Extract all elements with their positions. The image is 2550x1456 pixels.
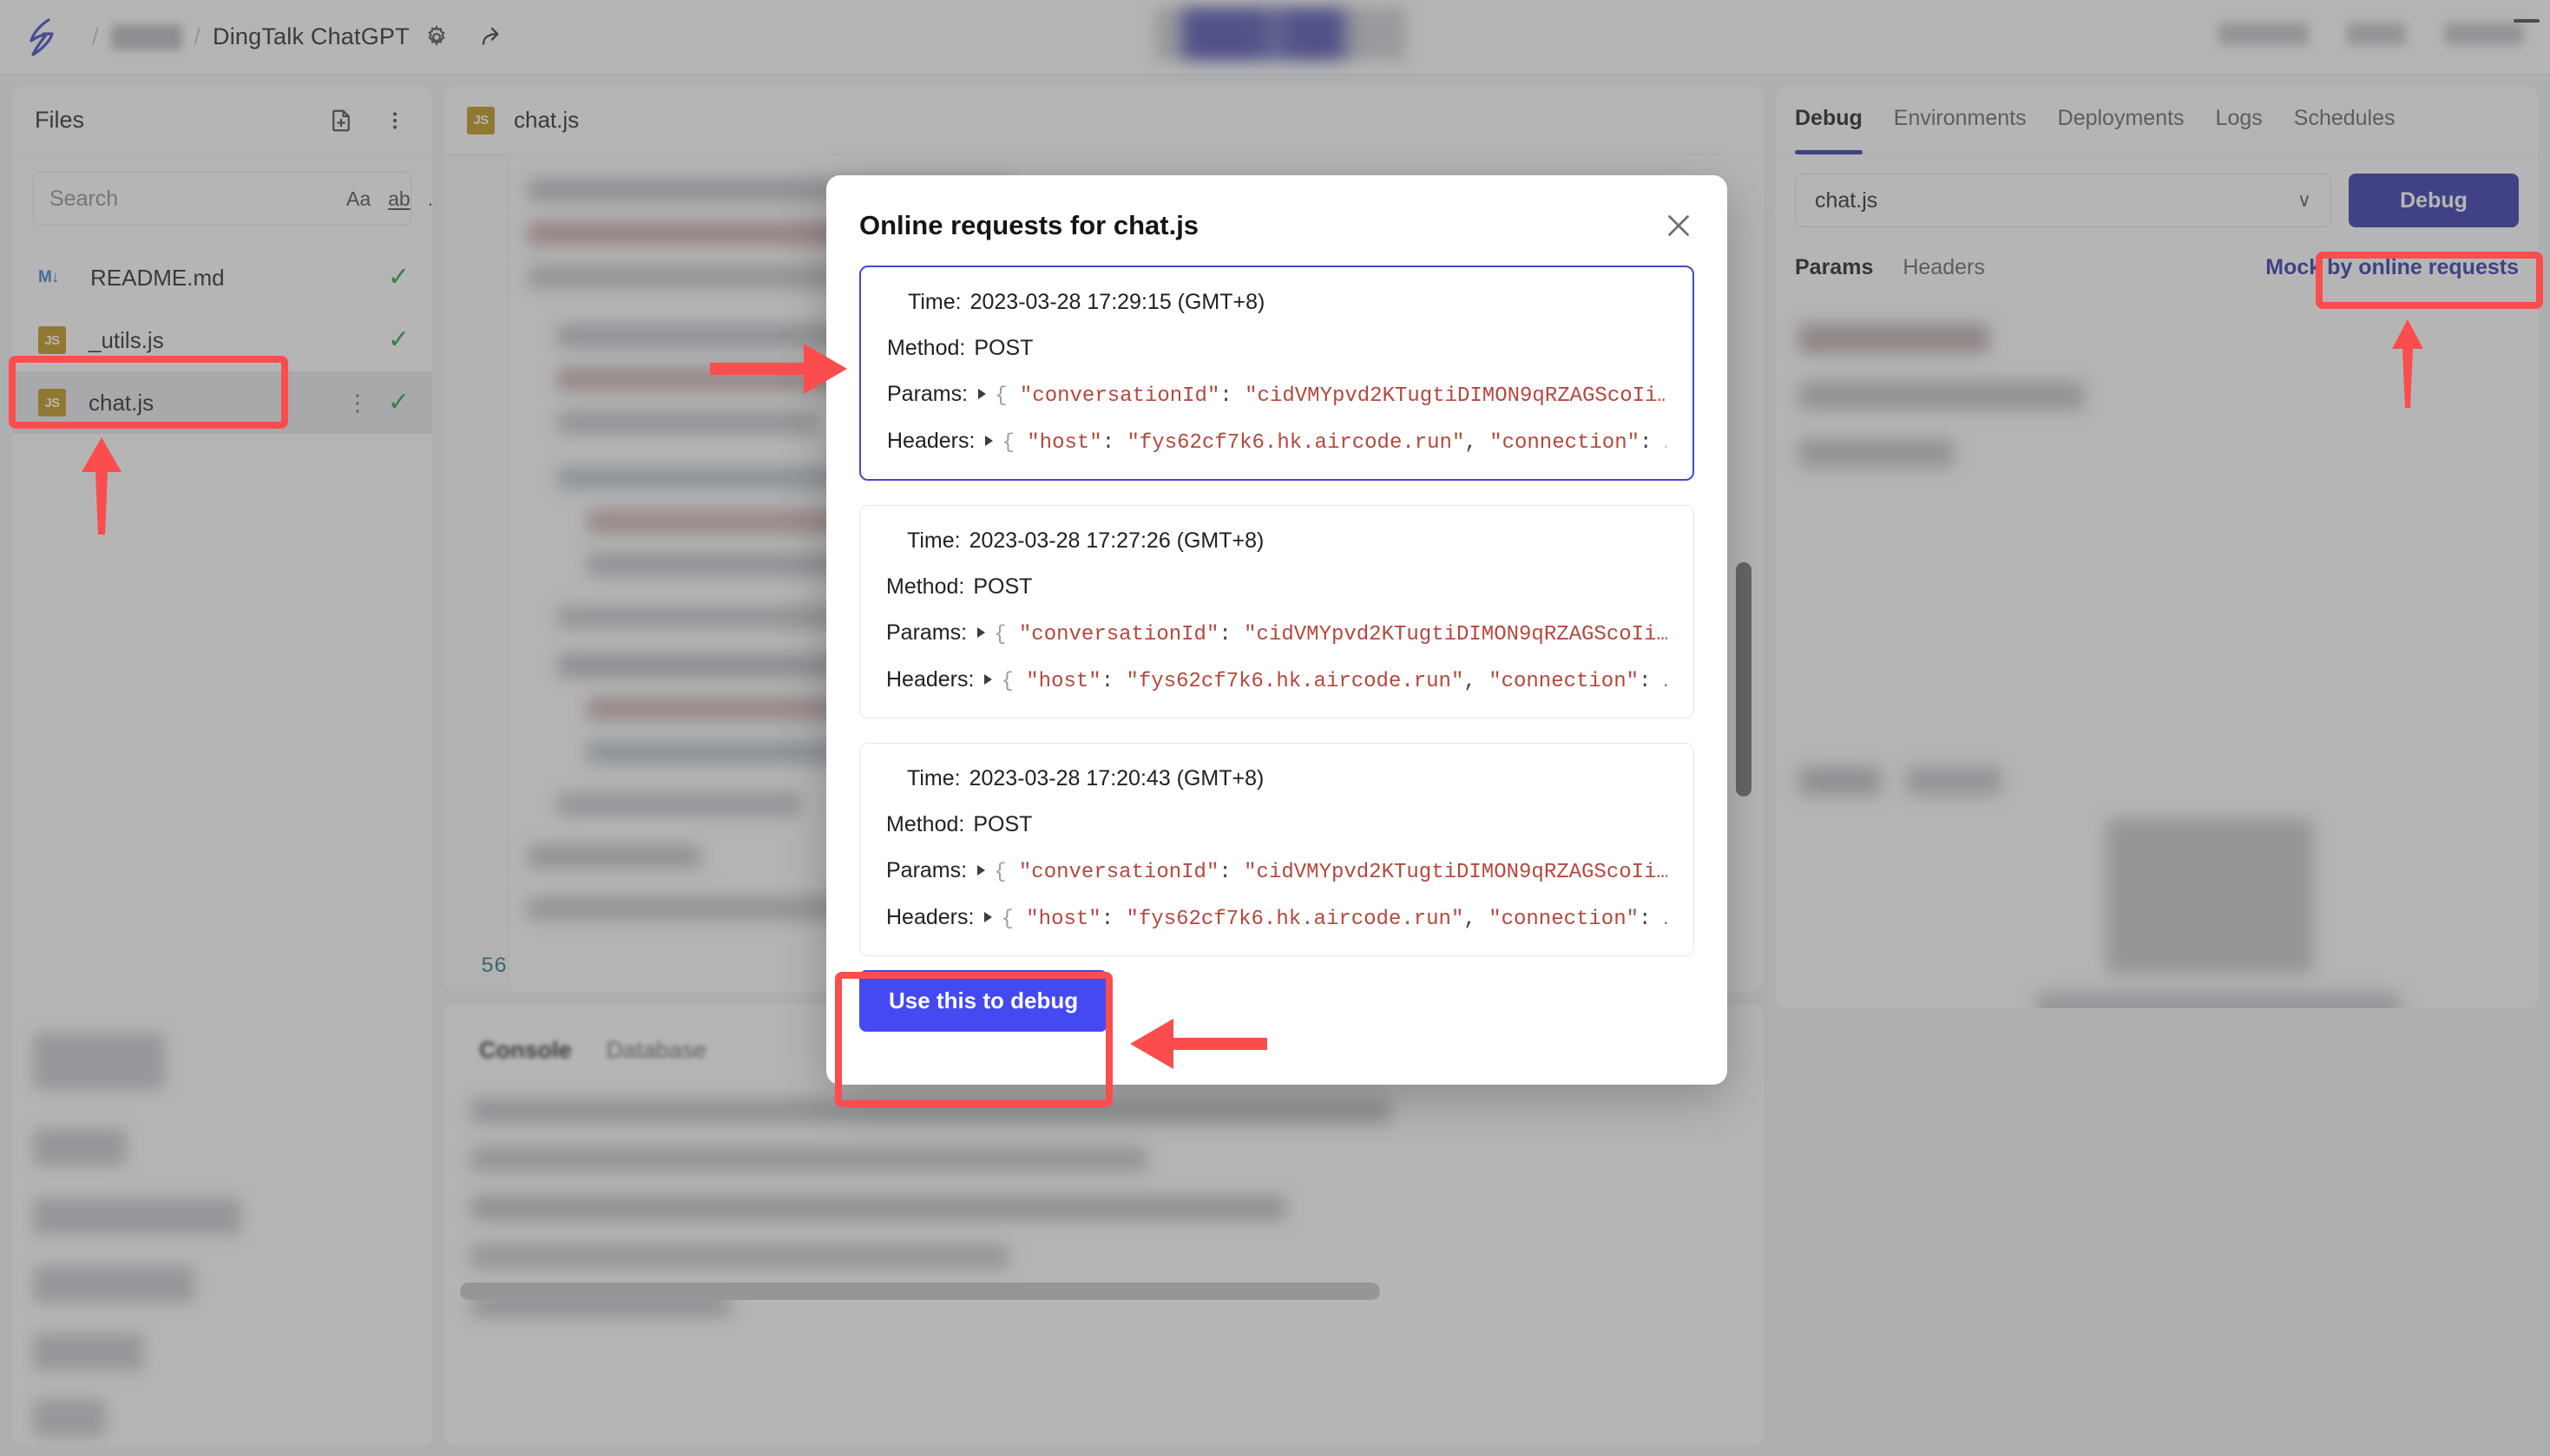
expand-params-caret-icon[interactable] <box>977 865 986 876</box>
request-method-value: POST <box>974 336 1034 360</box>
modal-request-list[interactable]: Time: 2023-03-28 17:29:15 (GMT+8) Method… <box>826 241 1727 970</box>
request-headers-row[interactable]: Headers: { "host": "fys62cf7k6.hk.aircod… <box>886 667 1667 693</box>
online-requests-modal: Online requests for chat.js Time: 2023-0… <box>826 175 1727 1085</box>
request-params-value: { "conversationId": "cidVMYpvd2KTugtiDIM… <box>995 384 1666 408</box>
request-time-label: Time: <box>907 766 961 790</box>
expand-headers-caret-icon[interactable] <box>984 912 993 922</box>
request-method-value: POST <box>973 574 1033 599</box>
request-time-value: 2023-03-28 17:27:26 (GMT+8) <box>969 528 1265 553</box>
params-value: "cidVMYpvd2KTugtiDIMON9qRZAGScoIi… <box>1244 861 1667 884</box>
modal-header: Online requests for chat.js <box>826 175 1727 241</box>
request-method-row: Method: POST <box>887 336 1666 361</box>
expand-headers-caret-icon[interactable] <box>984 674 993 685</box>
request-method-row: Method: POST <box>886 574 1667 600</box>
headers-next-key: "connection" <box>1489 670 1640 693</box>
request-headers-row[interactable]: Headers: { "host": "fys62cf7k6.hk.aircod… <box>887 429 1666 455</box>
params-key: "conversationId" <box>1018 623 1219 646</box>
request-method-label: Method: <box>886 812 965 836</box>
request-method-label: Method: <box>886 574 965 599</box>
headers-key: "host" <box>1026 908 1101 931</box>
params-key: "conversationId" <box>1019 384 1220 408</box>
request-card[interactable]: Time: 2023-03-28 17:20:43 (GMT+8) Method… <box>859 743 1694 956</box>
request-headers-label: Headers: <box>886 667 975 692</box>
request-params-row[interactable]: Params: { "conversationId": "cidVMYpvd2K… <box>886 620 1667 646</box>
request-params-label: Params: <box>887 382 969 406</box>
expand-params-caret-icon[interactable] <box>978 389 987 399</box>
request-params-row[interactable]: Params: { "conversationId": "cidVMYpvd2K… <box>886 858 1667 884</box>
request-headers-value: { "host": "fys62cf7k6.hk.aircode.run", "… <box>1002 431 1666 455</box>
headers-value: "fys62cf7k6.hk.aircode.run" <box>1127 431 1465 455</box>
request-card[interactable]: Time: 2023-03-28 17:27:26 (GMT+8) Method… <box>859 505 1694 718</box>
request-method-value: POST <box>973 812 1033 836</box>
request-time-label: Time: <box>907 528 961 553</box>
request-headers-label: Headers: <box>887 429 976 453</box>
headers-key: "host" <box>1027 431 1102 455</box>
modal-title: Online requests for chat.js <box>859 210 1199 240</box>
use-this-to-debug-button[interactable]: Use this to debug <box>859 970 1108 1032</box>
request-params-value: { "conversationId": "cidVMYpvd2KTugtiDIM… <box>994 861 1667 884</box>
params-value: "cidVMYpvd2KTugtiDIMON9qRZAGScoIi… <box>1245 384 1666 408</box>
request-method-label: Method: <box>887 336 966 360</box>
expand-headers-caret-icon[interactable] <box>985 436 994 446</box>
request-params-label: Params: <box>886 620 968 645</box>
request-time-value: 2023-03-28 17:29:15 (GMT+8) <box>969 290 1265 314</box>
params-key: "conversationId" <box>1018 861 1219 884</box>
request-headers-row[interactable]: Headers: { "host": "fys62cf7k6.hk.aircod… <box>886 905 1667 931</box>
headers-value: "fys62cf7k6.hk.aircode.run" <box>1126 670 1464 693</box>
request-time-row: Time: 2023-03-28 17:20:43 (GMT+8) <box>886 766 1667 791</box>
request-method-row: Method: POST <box>886 812 1667 837</box>
headers-next-key: "connection" <box>1489 908 1640 931</box>
request-card[interactable]: Time: 2023-03-28 17:29:15 (GMT+8) Method… <box>859 266 1694 481</box>
close-icon[interactable] <box>1663 210 1694 241</box>
request-time-row: Time: 2023-03-28 17:27:26 (GMT+8) <box>886 528 1667 554</box>
expand-params-caret-icon[interactable] <box>977 627 986 638</box>
headers-next-key: "connection" <box>1489 431 1640 455</box>
request-params-row[interactable]: Params: { "conversationId": "cidVMYpvd2K… <box>887 382 1666 408</box>
request-params-value: { "conversationId": "cidVMYpvd2KTugtiDIM… <box>994 623 1667 646</box>
request-headers-label: Headers: <box>886 905 975 929</box>
request-time-value: 2023-03-28 17:20:43 (GMT+8) <box>969 766 1265 790</box>
request-time-label: Time: <box>908 290 962 314</box>
headers-value: "fys62cf7k6.hk.aircode.run" <box>1126 908 1464 931</box>
request-headers-value: { "host": "fys62cf7k6.hk.aircode.run", "… <box>1001 670 1667 693</box>
params-value: "cidVMYpvd2KTugtiDIMON9qRZAGScoIi… <box>1244 623 1667 646</box>
request-headers-value: { "host": "fys62cf7k6.hk.aircode.run", "… <box>1001 908 1667 931</box>
headers-key: "host" <box>1026 670 1101 693</box>
request-params-label: Params: <box>886 858 968 882</box>
modal-footer: Use this to debug <box>826 970 1727 1032</box>
request-time-row: Time: 2023-03-28 17:29:15 (GMT+8) <box>887 290 1666 315</box>
